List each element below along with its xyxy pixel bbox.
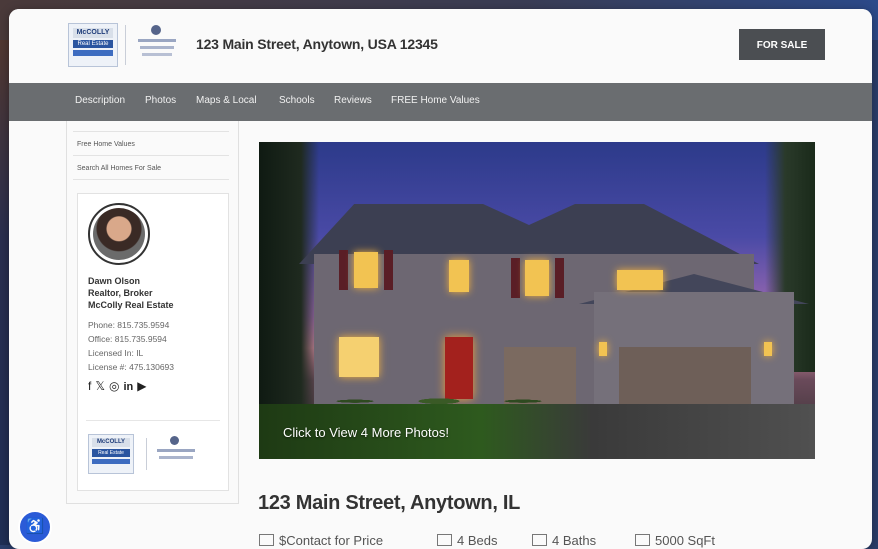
listing-price: $Contact for Price	[279, 533, 384, 548]
agent-card-divider	[86, 420, 220, 421]
logo-bar	[73, 50, 113, 56]
listing-beds: 4 Beds	[457, 533, 498, 548]
nav-free-home-values[interactable]: FREE Home Values	[391, 95, 480, 106]
sqft-icon	[635, 534, 650, 546]
listing-baths: 4 Baths	[552, 533, 597, 548]
sqft-fact: 5000 SqFt	[635, 533, 715, 548]
listing-card: McCOLLY Real Estate 123 Main Street, Any…	[9, 9, 872, 549]
logo-divider	[125, 25, 126, 65]
nav-bar: Description Photos Maps & Local Schools …	[9, 83, 872, 121]
agent-brokerage-logo: McCOLLY Real Estate	[88, 434, 134, 474]
agent-title: Realtor, Broker	[88, 288, 153, 298]
logo-text-top: McCOLLY	[73, 28, 113, 38]
agent-phone[interactable]: Phone: 815.735.9594	[88, 320, 169, 330]
instagram-icon[interactable]: ◎	[109, 379, 119, 393]
sidebar-divider	[73, 131, 229, 132]
nav-maps-local[interactable]: Maps & Local	[196, 95, 257, 106]
agent-license-number: License #: 475.130693	[88, 362, 175, 372]
more-photos-link[interactable]: Click to View 4 More Photos!	[283, 425, 449, 440]
agent-social-links: f 𝕏 ◎ in ▶	[88, 379, 151, 393]
logo-text-mid: Real Estate	[73, 40, 113, 48]
x-icon[interactable]: 𝕏	[95, 379, 105, 393]
sidebar-divider	[73, 179, 229, 180]
header-address: 123 Main Street, Anytown, USA 12345	[196, 36, 438, 52]
hero-photo[interactable]: Click to View 4 More Photos!	[259, 142, 815, 459]
listing-title: 123 Main Street, Anytown, IL	[258, 492, 521, 514]
agent-name: Dawn Olson	[88, 276, 141, 286]
sidebar-divider	[73, 155, 229, 156]
mini-logo-divider	[146, 438, 147, 470]
agent-card: Dawn Olson Realtor, Broker McColly Real …	[77, 193, 229, 491]
agent-office[interactable]: Office: 815.735.9594	[88, 334, 167, 344]
beds-fact: 4 Beds	[437, 533, 497, 548]
nav-description[interactable]: Description	[75, 95, 125, 106]
price-fact: $Contact for Price	[259, 533, 383, 548]
association-seal-icon	[134, 23, 180, 67]
youtube-icon[interactable]: ▶	[137, 379, 146, 393]
header: McCOLLY Real Estate 123 Main Street, Any…	[9, 9, 872, 83]
agent-licensed-in: Licensed In: IL	[88, 348, 144, 358]
mini-association-seal-icon	[154, 434, 198, 472]
sidebar: Free Home Values Search All Homes For Sa…	[66, 121, 239, 504]
baths-fact: 4 Baths	[532, 533, 596, 548]
facebook-icon[interactable]: f	[88, 379, 91, 393]
sidebar-link-search-homes[interactable]: Search All Homes For Sale	[77, 165, 161, 172]
price-icon	[259, 534, 274, 546]
accessibility-icon[interactable]: ♿	[18, 510, 52, 544]
agent-avatar[interactable]	[88, 203, 150, 265]
sidebar-link-free-home-values[interactable]: Free Home Values	[77, 141, 135, 148]
for-sale-button[interactable]: FOR SALE	[739, 29, 825, 60]
mini-logo-text-top: McCOLLY	[92, 438, 130, 447]
bath-icon	[532, 534, 547, 546]
mini-logo-text-mid: Real Estate	[92, 449, 130, 457]
listing-sqft: 5000 SqFt	[655, 533, 715, 548]
nav-photos[interactable]: Photos	[145, 95, 176, 106]
bed-icon	[437, 534, 452, 546]
brokerage-logo[interactable]: McCOLLY Real Estate	[68, 23, 118, 67]
agent-company: McColly Real Estate	[88, 300, 174, 310]
nav-reviews[interactable]: Reviews	[334, 95, 372, 106]
nav-schools[interactable]: Schools	[279, 95, 315, 106]
linkedin-icon[interactable]: in	[124, 381, 134, 393]
